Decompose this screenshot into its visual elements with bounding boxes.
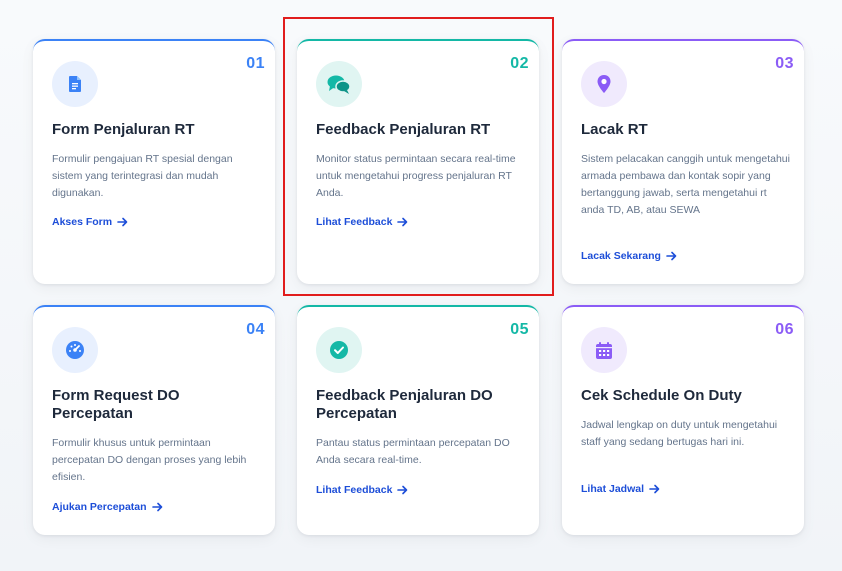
document-icon — [69, 76, 81, 92]
card-icon-badge — [52, 61, 98, 107]
arrow-right-icon — [649, 484, 660, 494]
card-lacak-rt: 03 Lacak RT Sistem pelacakan canggih unt… — [562, 39, 804, 284]
card-number: 01 — [246, 55, 265, 72]
card-description: Pantau status permintaan percepatan DO A… — [316, 437, 510, 466]
card-title: Feedback Penjaluran RT — [316, 121, 491, 138]
link-label: Lihat Feedback — [316, 216, 393, 228]
card-icon-badge — [52, 327, 98, 373]
card-icon-badge — [581, 61, 627, 107]
card-description: Sistem pelacakan canggih untuk mengetahu… — [581, 153, 790, 216]
check-circle-icon — [330, 341, 348, 359]
link-label: Lihat Jadwal — [581, 483, 645, 495]
link-label: Ajukan Percepatan — [52, 501, 147, 513]
lacak-sekarang-link[interactable]: Lacak Sekarang — [581, 250, 677, 262]
card-title: Lacak RT — [581, 121, 648, 138]
ajukan-percepatan-link[interactable]: Ajukan Percepatan — [52, 501, 163, 513]
card-description: Formulir pengajuan RT spesial dengan sis… — [52, 153, 233, 199]
calendar-icon — [596, 341, 612, 359]
card-number: 05 — [510, 321, 529, 338]
lihat-feedback-rt-link[interactable]: Lihat Feedback — [316, 216, 408, 228]
akses-form-link[interactable]: Akses Form — [52, 216, 128, 228]
card-title: Form Request DO Percepatan — [52, 387, 180, 422]
card-title: Cek Schedule On Duty — [581, 387, 742, 404]
card-number: 06 — [775, 321, 794, 338]
card-title: Feedback Penjaluran DO Percepatan — [316, 387, 493, 422]
card-feedback-penjaluran-rt: 02 Feedback Penjaluran RT Monitor status… — [297, 39, 539, 284]
arrow-right-icon — [397, 485, 408, 495]
card-number: 04 — [246, 321, 265, 338]
arrow-right-icon — [151, 502, 163, 512]
lihat-jadwal-link[interactable]: Lihat Jadwal — [581, 483, 660, 495]
chat-bubbles-icon — [327, 75, 351, 94]
card-description: Monitor status permintaan secara real-ti… — [316, 153, 516, 199]
card-form-request-do-percepatan: 04 Form Request DO Percepatan Formulir k… — [33, 305, 275, 535]
card-number: 02 — [510, 55, 529, 72]
card-icon-badge — [581, 327, 627, 373]
link-label: Akses Form — [52, 216, 113, 228]
link-label: Lacak Sekarang — [581, 250, 661, 262]
arrow-right-icon — [117, 217, 128, 227]
card-title: Form Penjaluran RT — [52, 121, 195, 138]
card-description: Jadwal lengkap on duty untuk mengetahui … — [581, 419, 778, 448]
link-label: Lihat Feedback — [316, 484, 393, 496]
speedometer-icon — [66, 341, 84, 359]
card-description: Formulir khusus untuk permintaan percepa… — [52, 437, 247, 483]
card-feedback-penjaluran-do-percepatan: 05 Feedback Penjaluran DO Percepatan Pan… — [297, 305, 539, 535]
card-icon-badge — [316, 61, 362, 107]
arrow-right-icon — [397, 217, 408, 227]
card-form-penjaluran-rt: 01 Form Penjaluran RT Formulir pengajuan… — [33, 39, 275, 284]
arrow-right-icon — [666, 251, 677, 261]
card-icon-badge — [316, 327, 362, 373]
lihat-feedback-do-link[interactable]: Lihat Feedback — [316, 484, 408, 496]
card-cek-schedule-on-duty: 06 Cek Schedule On Duty Jadwal lengkap o… — [562, 305, 804, 535]
card-number: 03 — [775, 55, 794, 72]
map-pin-icon — [597, 75, 611, 93]
